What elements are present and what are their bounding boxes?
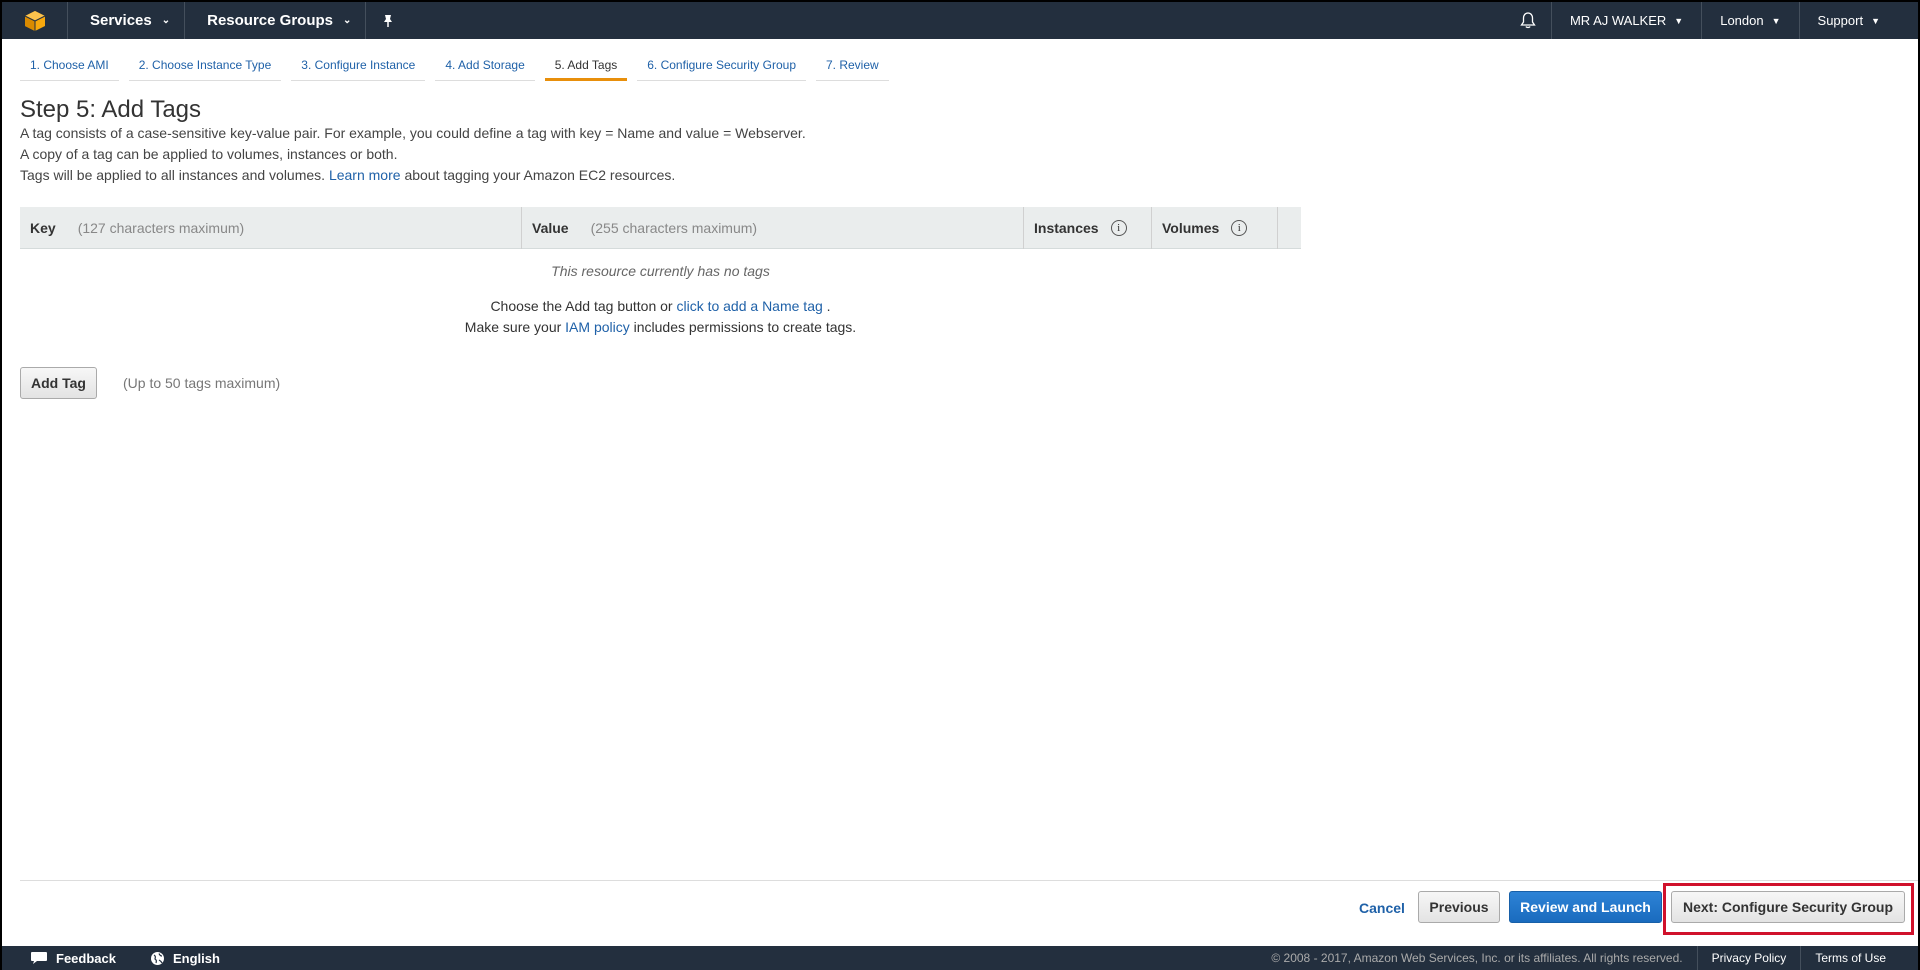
empty-tags-instruction: Choose the Add tag button or click to ad… — [20, 298, 1301, 314]
description-text: about tagging your Amazon EC2 resources. — [404, 167, 676, 183]
iam-policy-link[interactable]: IAM policy — [565, 319, 630, 335]
empty-tags-message: This resource currently has no tags — [551, 263, 770, 279]
review-and-launch-button[interactable]: Review and Launch — [1509, 891, 1662, 923]
value-header-label: Value — [532, 219, 569, 236]
chevron-down-icon: ⌄ — [343, 15, 352, 26]
feedback-button[interactable]: Feedback — [2, 946, 128, 970]
chevron-down-icon: ⌄ — [161, 15, 171, 26]
support-label: Support — [1817, 13, 1864, 28]
add-tag-hint: (Up to 50 tags maximum) — [123, 375, 281, 391]
cancel-link[interactable]: Cancel — [1359, 900, 1405, 916]
instruction-text: includes permissions to create tags. — [633, 319, 857, 335]
tab-add-storage[interactable]: 4. Add Storage — [435, 58, 535, 81]
account-label: MR AJ WALKER — [1569, 13, 1667, 28]
pin-icon[interactable] — [366, 2, 410, 39]
key-header-hint: (127 characters maximum) — [77, 219, 245, 236]
tab-review[interactable]: 7. Review — [816, 58, 889, 81]
add-tag-button[interactable]: Add Tag — [20, 367, 97, 399]
tab-add-tags[interactable]: 5. Add Tags — [544, 58, 628, 81]
value-column-header: Value (255 characters maximum) — [522, 206, 1024, 249]
tab-choose-ami[interactable]: 1. Choose AMI — [20, 58, 119, 81]
volumes-header-label: Volumes — [1162, 219, 1220, 236]
description-line: A copy of a tag can be applied to volume… — [20, 146, 398, 162]
notifications-bell-icon[interactable] — [1506, 2, 1552, 39]
footer-bar: Feedback English © 2008 - 2017, Amazon W… — [2, 946, 1918, 970]
speech-bubble-icon — [31, 952, 47, 964]
tab-configure-security-group[interactable]: 6. Configure Security Group — [637, 58, 806, 81]
aws-logo-icon[interactable] — [2, 2, 68, 39]
description-text: Tags will be applied to all instances an… — [20, 167, 329, 183]
key-header-label: Key — [30, 219, 56, 236]
terms-of-use-link[interactable]: Terms of Use — [1800, 946, 1918, 970]
learn-more-link[interactable]: Learn more — [329, 167, 401, 183]
tab-configure-instance[interactable]: 3. Configure Instance — [291, 58, 426, 81]
privacy-policy-link[interactable]: Privacy Policy — [1696, 946, 1801, 970]
previous-button[interactable]: Previous — [1418, 891, 1500, 923]
resource-groups-label: Resource Groups — [207, 12, 333, 29]
language-label: English — [172, 950, 220, 966]
region-label: London — [1720, 13, 1764, 28]
chevron-down-icon: ▼ — [1871, 15, 1880, 26]
info-icon[interactable]: i — [1110, 219, 1127, 236]
wizard-steps: 1. Choose AMI 2. Choose Instance Type 3.… — [20, 58, 889, 81]
services-label: Services — [90, 12, 152, 29]
next-configure-security-group-button[interactable]: Next: Configure Security Group — [1671, 891, 1905, 923]
language-selector[interactable]: English — [128, 946, 232, 970]
value-header-hint: (255 characters maximum) — [590, 219, 758, 236]
account-menu[interactable]: MR AJ WALKER ▼ — [1552, 2, 1703, 39]
instruction-text: . — [826, 298, 831, 314]
iam-policy-note: Make sure your IAM policy includes permi… — [20, 319, 1301, 335]
key-column-header: Key (127 characters maximum) — [20, 206, 522, 249]
top-navigation-bar: Services ⌄ Resource Groups ⌄ MR AJ WALKE… — [2, 2, 1918, 39]
services-menu[interactable]: Services ⌄ — [68, 2, 186, 39]
tags-table: Key (127 characters maximum) Value (255 … — [20, 206, 1301, 335]
instances-column-header: Instances i — [1024, 206, 1152, 249]
region-menu[interactable]: London ▼ — [1702, 2, 1800, 39]
resource-groups-menu[interactable]: Resource Groups ⌄ — [185, 2, 367, 39]
description-line: A tag consists of a case-sensitive key-v… — [20, 125, 806, 141]
info-icon[interactable]: i — [1231, 219, 1248, 236]
tab-choose-instance-type[interactable]: 2. Choose Instance Type — [128, 58, 282, 81]
chevron-down-icon: ▼ — [1674, 15, 1684, 26]
instruction-text: Choose the Add tag button or — [490, 298, 677, 314]
instruction-text: Make sure your — [464, 319, 566, 335]
action-bar-divider — [20, 880, 1918, 881]
add-name-tag-link[interactable]: click to add a Name tag — [676, 298, 822, 314]
feedback-label: Feedback — [56, 950, 116, 966]
instances-header-label: Instances — [1034, 219, 1099, 236]
tags-table-header: Key (127 characters maximum) Value (255 … — [20, 206, 1301, 249]
page-title: Step 5: Add Tags — [20, 96, 202, 123]
description-line: Tags will be applied to all instances an… — [20, 167, 675, 183]
chevron-down-icon: ▼ — [1771, 15, 1781, 26]
volumes-column-header: Volumes i — [1152, 206, 1278, 249]
support-menu[interactable]: Support ▼ — [1800, 2, 1918, 39]
globe-icon — [150, 951, 164, 965]
copyright-text: © 2008 - 2017, Amazon Web Services, Inc.… — [1271, 951, 1683, 965]
